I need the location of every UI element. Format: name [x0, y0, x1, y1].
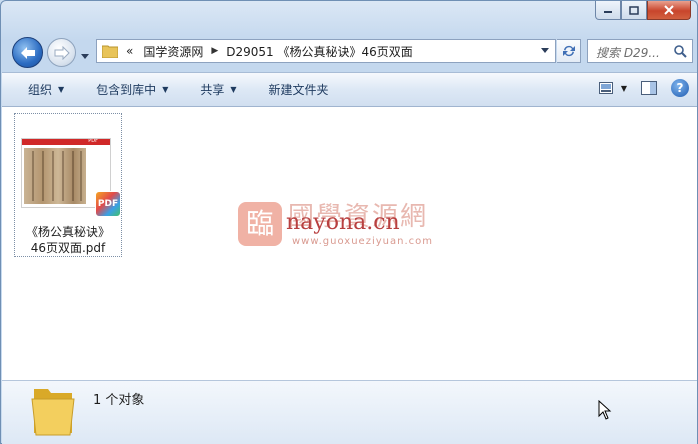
- refresh-button[interactable]: [557, 39, 581, 63]
- search-placeholder: 搜索 D29...: [596, 46, 660, 60]
- mouse-cursor-icon: [598, 400, 612, 420]
- refresh-icon: [562, 45, 575, 57]
- chevron-down-icon: ▼: [162, 85, 169, 94]
- forward-arrow-icon: [54, 45, 70, 60]
- file-list-pane[interactable]: PDF PDF 《杨公真秘诀》 46页双面.pdf 臨 國學資源網 nayona…: [2, 107, 697, 380]
- organize-label: 组织: [28, 83, 53, 97]
- change-view-button[interactable]: ▼: [598, 82, 627, 94]
- maximize-icon: [629, 5, 639, 15]
- toolbar-right: ▼ ?: [598, 79, 689, 97]
- breadcrumb-item-current[interactable]: D29051 《杨公真秘诀》46页双面: [226, 43, 413, 60]
- pdf-thumbnail-header: PDF: [22, 139, 110, 145]
- include-library-label: 包含到库中: [96, 83, 157, 97]
- back-button[interactable]: [12, 37, 43, 68]
- pdf-badge-label: PDF: [97, 199, 119, 209]
- maximize-button[interactable]: [621, 1, 647, 20]
- chevron-down-icon: [81, 54, 89, 59]
- chevron-down-icon: ▼: [230, 85, 237, 94]
- search-input[interactable]: 搜索 D29...: [587, 39, 693, 63]
- include-in-library-button[interactable]: 包含到库中 ▼: [88, 77, 176, 103]
- recent-pages-dropdown[interactable]: [81, 48, 89, 62]
- file-name: 《杨公真秘诀》 46页双面.pdf: [15, 224, 121, 256]
- new-folder-button[interactable]: 新建文件夹: [261, 77, 337, 103]
- breadcrumb-separator-icon[interactable]: ▶: [211, 46, 218, 56]
- watermark-logo-icon: 臨: [238, 202, 282, 246]
- close-button[interactable]: [647, 1, 691, 20]
- breadcrumb: « 国学资源网 ▶ D29051 《杨公真秘诀》46页双面: [126, 43, 413, 60]
- back-arrow-icon: [20, 46, 35, 59]
- caption-buttons: [595, 1, 691, 20]
- pdf-thumbnail-label: PDF: [88, 138, 98, 144]
- pdf-file-icon: PDF: [95, 191, 121, 217]
- search-icon[interactable]: [674, 45, 687, 58]
- file-name-line2: 46页双面.pdf: [30, 241, 106, 255]
- organize-button[interactable]: 组织 ▼: [20, 77, 72, 103]
- watermark-domain: nayona.cn: [286, 210, 400, 235]
- folder-icon: [31, 389, 75, 436]
- breadcrumb-item-root[interactable]: 国学资源网: [143, 43, 203, 60]
- forward-button[interactable]: [47, 38, 76, 67]
- minimize-button[interactable]: [595, 1, 621, 20]
- minimize-icon: [604, 11, 612, 13]
- item-count: 1 个对象: [93, 393, 145, 408]
- watermark-url: www.guoxueziyuan.com: [292, 236, 433, 247]
- view-icon: [598, 82, 613, 94]
- command-bar: 组织 ▼ 包含到库中 ▼ 共享 ▼ 新建文件夹 ▼ ?: [2, 72, 697, 107]
- chevron-down-icon: ▼: [58, 85, 65, 94]
- breadcrumb-overflow[interactable]: «: [126, 44, 133, 58]
- preview-pane-icon[interactable]: [641, 81, 657, 95]
- share-label: 共享: [200, 83, 225, 97]
- address-dropdown-icon[interactable]: [541, 48, 549, 53]
- scanned-page-image: [24, 148, 86, 204]
- address-bar[interactable]: « 国学资源网 ▶ D29051 《杨公真秘诀》46页双面: [96, 39, 556, 63]
- help-icon[interactable]: ?: [671, 79, 689, 97]
- share-button[interactable]: 共享 ▼: [192, 77, 244, 103]
- watermark: 臨 國學資源網 nayona.cn www.guoxueziyuan.com: [238, 198, 468, 258]
- close-icon: [664, 5, 674, 15]
- chevron-down-icon: ▼: [620, 83, 627, 93]
- explorer-window: « 国学资源网 ▶ D29051 《杨公真秘诀》46页双面 搜索 D29... …: [0, 0, 698, 444]
- new-folder-label: 新建文件夹: [268, 83, 329, 97]
- file-item-pdf[interactable]: PDF PDF 《杨公真秘诀》 46页双面.pdf: [14, 113, 122, 257]
- folder-icon: [102, 45, 118, 58]
- details-pane: 1 个对象: [2, 380, 697, 444]
- file-name-line1: 《杨公真秘诀》: [25, 225, 110, 239]
